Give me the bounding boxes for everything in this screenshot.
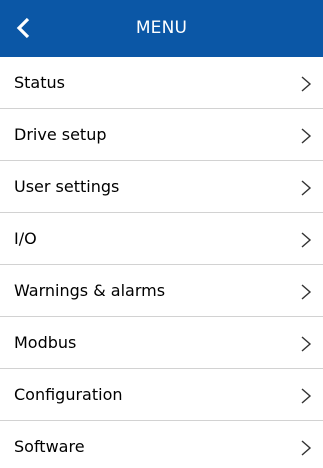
menu-item-io[interactable]: I/O xyxy=(0,213,323,265)
menu-item-label: Configuration xyxy=(14,385,123,404)
chevron-right-icon xyxy=(301,440,312,456)
page-title: MENU xyxy=(135,18,188,38)
menu-item-label: User settings xyxy=(14,177,120,196)
chevron-right-icon xyxy=(301,336,312,352)
menu-list: Status Drive setup User settings I/O War… xyxy=(0,57,323,468)
chevron-right-icon xyxy=(301,76,312,92)
chevron-right-icon xyxy=(301,232,312,248)
chevron-right-icon xyxy=(301,180,312,196)
menu-item-user-settings[interactable]: User settings xyxy=(0,161,323,213)
menu-item-label: Software xyxy=(14,437,85,456)
menu-item-drive-setup[interactable]: Drive setup xyxy=(0,109,323,161)
chevron-right-icon xyxy=(301,388,312,404)
menu-item-software[interactable]: Software xyxy=(0,421,323,468)
menu-screen: MENU Status Drive setup User settings I/… xyxy=(0,0,323,468)
chevron-right-icon xyxy=(301,128,312,144)
menu-item-modbus[interactable]: Modbus xyxy=(0,317,323,369)
menu-item-label: Modbus xyxy=(14,333,77,352)
menu-item-warnings-alarms[interactable]: Warnings & alarms xyxy=(0,265,323,317)
menu-item-label: I/O xyxy=(14,229,37,248)
header-bar: MENU xyxy=(0,0,323,57)
menu-item-label: Drive setup xyxy=(14,125,107,144)
menu-item-configuration[interactable]: Configuration xyxy=(0,369,323,421)
menu-item-label: Status xyxy=(14,73,65,92)
menu-item-status[interactable]: Status xyxy=(0,57,323,109)
chevron-right-icon xyxy=(301,284,312,300)
menu-item-label: Warnings & alarms xyxy=(14,281,166,300)
